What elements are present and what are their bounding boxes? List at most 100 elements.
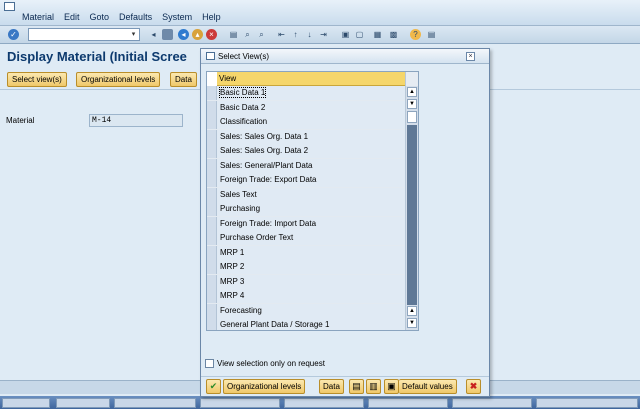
customize-icon[interactable]: ▩ <box>388 29 399 40</box>
row-selector[interactable] <box>207 303 217 318</box>
taskbar-item[interactable] <box>368 398 448 408</box>
taskbar-item[interactable] <box>200 398 280 408</box>
scroll-page-up-icon[interactable]: ▲ <box>407 306 417 316</box>
view-row[interactable]: Classification <box>207 115 405 130</box>
vertical-scrollbar[interactable]: ▲ ▼ ▲ ▼ <box>405 86 418 330</box>
help-icon[interactable]: ? <box>410 29 421 40</box>
view-row-label[interactable]: MRP 1 <box>217 245 405 260</box>
row-selector[interactable] <box>207 274 217 289</box>
view-row-label[interactable]: Classification <box>217 115 405 129</box>
view-row-label[interactable]: Sales: General/Plant Data <box>217 158 405 173</box>
row-selector[interactable] <box>207 173 217 187</box>
row-selector[interactable] <box>207 144 217 158</box>
footer-org-levels-button[interactable]: Organizational levels <box>223 379 306 394</box>
view-row[interactable]: Sales Text <box>207 187 405 202</box>
close-icon[interactable]: × <box>466 52 475 61</box>
view-row[interactable]: Purchasing <box>207 202 405 217</box>
view-row[interactable]: Sales: General/Plant Data <box>207 158 405 173</box>
prev-page-icon[interactable]: ↑ <box>290 29 301 40</box>
print-icon[interactable]: ▤ <box>228 29 239 40</box>
scroll-page-down-icon[interactable]: ▼ <box>407 99 417 109</box>
row-selector[interactable] <box>207 202 217 216</box>
continue-check-icon[interactable]: ✔ <box>206 379 221 394</box>
taskbar-item[interactable] <box>284 398 364 408</box>
view-row[interactable]: Foreign Trade: Export Data <box>207 173 405 188</box>
find-icon[interactable]: ⌕ <box>242 29 253 40</box>
view-row-label[interactable]: Sales Text <box>217 187 405 202</box>
select-views-button[interactable]: Select view(s) <box>7 72 67 87</box>
view-row[interactable]: General Plant Data / Storage 1 <box>207 318 405 330</box>
view-row[interactable]: Sales: Sales Org. Data 1 <box>207 129 405 144</box>
back-icon[interactable]: ◂ <box>178 29 189 40</box>
row-selector[interactable] <box>207 158 217 173</box>
dialog-menu-icon[interactable] <box>206 52 215 60</box>
view-row-label[interactable]: Basic Data 1 <box>217 86 405 100</box>
new-session-icon[interactable]: ▣ <box>340 29 351 40</box>
view-row[interactable]: MRP 3 <box>207 274 405 289</box>
view-row-label[interactable]: MRP 2 <box>217 260 405 274</box>
view-row[interactable]: Sales: Sales Org. Data 2 <box>207 144 405 159</box>
view-row-label[interactable]: MRP 3 <box>217 274 405 289</box>
start-button[interactable] <box>2 398 50 408</box>
row-selector[interactable] <box>207 216 217 231</box>
taskbar-item[interactable] <box>452 398 532 408</box>
row-selector[interactable] <box>207 289 217 303</box>
scroll-up-icon[interactable]: ▲ <box>407 87 417 97</box>
taskbar-item[interactable] <box>114 398 196 408</box>
view-row[interactable]: MRP 4 <box>207 289 405 304</box>
taskbar-item[interactable] <box>56 398 110 408</box>
view-row[interactable]: Basic Data 2 <box>207 100 405 115</box>
view-row[interactable]: MRP 2 <box>207 260 405 275</box>
chevron-down-icon[interactable]: ▾ <box>129 30 138 39</box>
row-selector[interactable] <box>207 318 217 330</box>
find-next-icon[interactable]: ⌕ <box>256 29 267 40</box>
menu-help[interactable]: Help <box>197 12 226 23</box>
view-row-label[interactable]: Sales: Sales Org. Data 1 <box>217 129 405 144</box>
menu-defaults[interactable]: Defaults <box>114 12 157 23</box>
shortcut-icon[interactable]: ▢ <box>354 29 365 40</box>
view-row-label[interactable]: Foreign Trade: Export Data <box>217 173 405 187</box>
view-row[interactable]: Basic Data 1 <box>207 86 405 101</box>
exit-icon[interactable]: ▴ <box>192 29 203 40</box>
view-row[interactable]: Forecasting <box>207 303 405 318</box>
scroll-track[interactable] <box>407 125 417 305</box>
default-values-button[interactable]: Default values <box>399 379 457 394</box>
menu-goto[interactable]: Goto <box>85 12 115 23</box>
save-disk-icon[interactable] <box>162 29 173 40</box>
org-levels-button[interactable]: Organizational levels <box>76 72 161 87</box>
view-row-label[interactable]: Foreign Trade: Import Data <box>217 216 405 231</box>
row-selector[interactable] <box>207 187 217 202</box>
cancel-icon[interactable]: × <box>206 29 217 40</box>
row-selector[interactable] <box>207 129 217 144</box>
row-selector[interactable] <box>207 231 217 245</box>
last-page-icon[interactable]: ⇥ <box>318 29 329 40</box>
footer-data-button[interactable]: Data <box>319 379 344 394</box>
menu-material[interactable]: Material <box>17 12 59 23</box>
view-row[interactable]: MRP 1 <box>207 245 405 260</box>
view-row-label[interactable]: Purchasing <box>217 202 405 216</box>
menu-system[interactable]: System <box>157 12 197 23</box>
first-page-icon[interactable]: ⇤ <box>276 29 287 40</box>
view-row-label[interactable]: Basic Data 2 <box>217 100 405 115</box>
deselect-all-icon[interactable]: ▥ <box>366 379 381 394</box>
row-selector[interactable] <box>207 260 217 274</box>
view-row-label[interactable]: Purchase Order Text <box>217 231 405 245</box>
taskbar-item[interactable] <box>536 398 638 408</box>
save-icon[interactable]: ◂ <box>148 29 159 40</box>
view-selection-checkbox[interactable] <box>205 359 214 368</box>
layout-menu-icon[interactable]: ▤ <box>426 29 437 40</box>
next-page-icon[interactable]: ↓ <box>304 29 315 40</box>
row-selector[interactable] <box>207 245 217 260</box>
view-row-label[interactable]: Forecasting <box>217 303 405 318</box>
data-button[interactable]: Data <box>170 72 197 87</box>
view-row-label[interactable]: MRP 4 <box>217 289 405 303</box>
layout-icon[interactable]: ▦ <box>372 29 383 40</box>
view-row[interactable]: Foreign Trade: Import Data <box>207 216 405 231</box>
material-input[interactable]: M-14 <box>89 114 183 127</box>
scroll-down-icon[interactable]: ▼ <box>407 318 417 328</box>
row-selector[interactable] <box>207 115 217 129</box>
view-row[interactable]: Purchase Order Text <box>207 231 405 246</box>
app-menu-icon[interactable] <box>4 2 15 11</box>
menu-edit[interactable]: Edit <box>59 12 85 23</box>
command-field[interactable]: ▾ <box>28 28 140 41</box>
